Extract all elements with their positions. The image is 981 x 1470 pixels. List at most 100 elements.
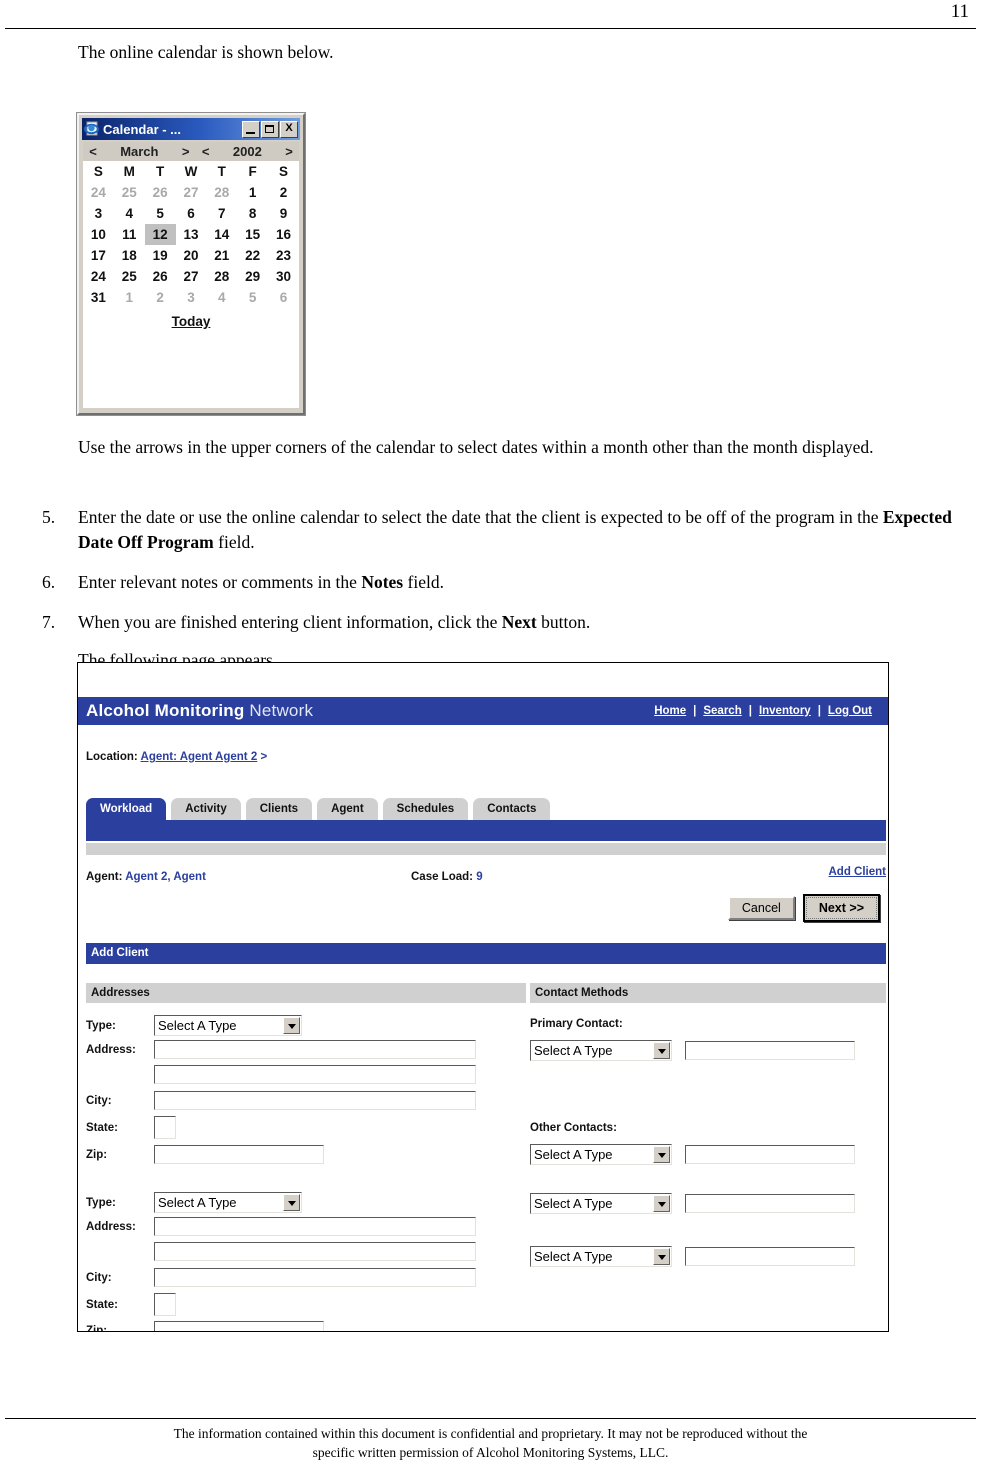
calendar-day-selected[interactable]: 12 [144,224,176,245]
nav-link-search[interactable]: Search [696,705,748,717]
chevron-down-icon[interactable] [653,1195,670,1212]
addresses-column-header: Addresses [86,983,526,1003]
calendar-day[interactable]: 27 [176,266,207,287]
other-contact-3-type-select[interactable]: Select A Type [530,1246,672,1267]
calendar-day[interactable]: 6 [176,203,207,224]
calendar-day[interactable]: 31 [83,287,114,308]
primary-contact-value-input[interactable] [685,1041,855,1060]
chevron-down-icon[interactable] [653,1042,670,1059]
calendar-year-label: 2002 [232,144,262,159]
calendar-day[interactable]: 5 [145,203,176,224]
address2-type-select[interactable]: Select A Type [154,1192,302,1213]
address1-line2-input[interactable] [154,1065,476,1084]
calendar-day[interactable]: 15 [237,224,268,245]
address2-line1-input[interactable] [154,1217,476,1236]
calendar-day[interactable]: 27 [176,182,207,203]
tab-activity[interactable]: Activity [171,798,241,820]
calendar-day[interactable]: 3 [83,203,114,224]
calendar-day[interactable]: 13 [176,224,207,245]
calendar-day[interactable]: 18 [114,245,145,266]
calendar-day[interactable]: 1 [114,287,145,308]
calendar-today-link[interactable]: Today [83,314,299,329]
tab-clients[interactable]: Clients [245,798,313,820]
calendar-day[interactable]: 28 [206,182,237,203]
cancel-button[interactable]: Cancel [727,896,795,920]
calendar-day[interactable]: 10 [83,224,114,245]
calendar-day[interactable]: 2 [145,287,176,308]
calendar-popup-window[interactable]: Calendar - ... X < March > < 2002 > S M T W… [77,113,305,415]
calendar-day[interactable]: 9 [268,203,299,224]
other-contact-1-type-select[interactable]: Select A Type [530,1144,672,1165]
nav-link-home[interactable]: Home [647,705,693,717]
tab-contacts[interactable]: Contacts [473,798,551,820]
calendar-weekday-2: T [155,164,165,179]
address1-zip-input[interactable] [154,1145,324,1164]
chevron-down-icon[interactable] [283,1194,300,1211]
prev-month-arrow[interactable]: < [83,144,103,159]
calendar-day[interactable]: 14 [206,224,237,245]
address1-type-select[interactable]: Select A Type [154,1015,302,1036]
calendar-day[interactable]: 25 [114,182,145,203]
address1-city-input[interactable] [154,1091,476,1110]
prev-year-arrow[interactable]: < [196,144,216,159]
maximize-icon[interactable] [261,120,279,138]
calendar-day[interactable]: 24 [83,182,114,203]
address1-state-input[interactable] [154,1116,176,1139]
address2-state-input[interactable] [154,1293,176,1316]
calendar-day[interactable]: 3 [176,287,207,308]
calendar-day[interactable]: 2 [268,182,299,203]
other-contact-2-value-input[interactable] [685,1194,855,1213]
address2-city-input[interactable] [154,1268,476,1287]
calendar-day[interactable]: 6 [268,287,299,308]
minimize-icon[interactable] [242,120,260,138]
tab-workload[interactable]: Workload [86,798,167,820]
breadcrumb-link-agent[interactable]: Agent: Agent Agent 2 [141,751,258,763]
calendar-day[interactable]: 5 [237,287,268,308]
calendar-day[interactable]: 20 [176,245,207,266]
calendar-day[interactable]: 16 [268,224,299,245]
address1-zip-label: Zip: [86,1149,108,1161]
calendar-day[interactable]: 22 [237,245,268,266]
tab-agent[interactable]: Agent [317,798,378,820]
contact-methods-column-header: Contact Methods [530,983,886,1003]
calendar-day[interactable]: 4 [114,203,145,224]
primary-contact-type-select[interactable]: Select A Type [530,1040,672,1061]
calendar-day[interactable]: 21 [206,245,237,266]
close-icon[interactable]: X [280,120,298,138]
calendar-day[interactable]: 30 [268,266,299,287]
calendar-window-buttons: X [242,120,298,138]
calendar-day[interactable]: 28 [206,266,237,287]
calendar-day[interactable]: 11 [114,224,145,245]
calendar-day[interactable]: 19 [145,245,176,266]
calendar-day[interactable]: 7 [206,203,237,224]
address1-address-label: Address: [86,1044,136,1056]
other-contact-3-value-input[interactable] [685,1247,855,1266]
calendar-day[interactable]: 26 [145,266,176,287]
add-client-link[interactable]: Add Client [829,866,887,878]
next-year-arrow[interactable]: > [279,144,299,159]
next-month-arrow[interactable]: > [176,144,196,159]
address2-line2-input[interactable] [154,1242,476,1261]
calendar-day[interactable]: 1 [237,182,268,203]
calendar-day[interactable]: 8 [237,203,268,224]
chevron-down-icon[interactable] [653,1146,670,1163]
calendar-day[interactable]: 29 [237,266,268,287]
address1-line1-input[interactable] [154,1040,476,1059]
calendar-day[interactable]: 24 [83,266,114,287]
calendar-titlebar[interactable]: Calendar - ... X [82,118,300,140]
other-contact-2-type-select[interactable]: Select A Type [530,1193,672,1214]
calendar-day[interactable]: 25 [114,266,145,287]
chevron-down-icon[interactable] [283,1017,300,1034]
calendar-day[interactable]: 23 [268,245,299,266]
calendar-day[interactable]: 17 [83,245,114,266]
chevron-down-icon[interactable] [653,1248,670,1265]
other-contact-1-value-input[interactable] [685,1145,855,1164]
tab-schedules[interactable]: Schedules [382,798,469,820]
calendar-day[interactable]: 4 [206,287,237,308]
nav-link-inventory[interactable]: Inventory [752,705,818,717]
tab-strip: Workload Activity Clients Agent Schedule… [86,796,886,820]
next-button[interactable]: Next >> [802,894,880,922]
address2-zip-input[interactable] [154,1321,324,1331]
calendar-day[interactable]: 26 [145,182,176,203]
nav-link-log-out[interactable]: Log Out [821,705,879,717]
